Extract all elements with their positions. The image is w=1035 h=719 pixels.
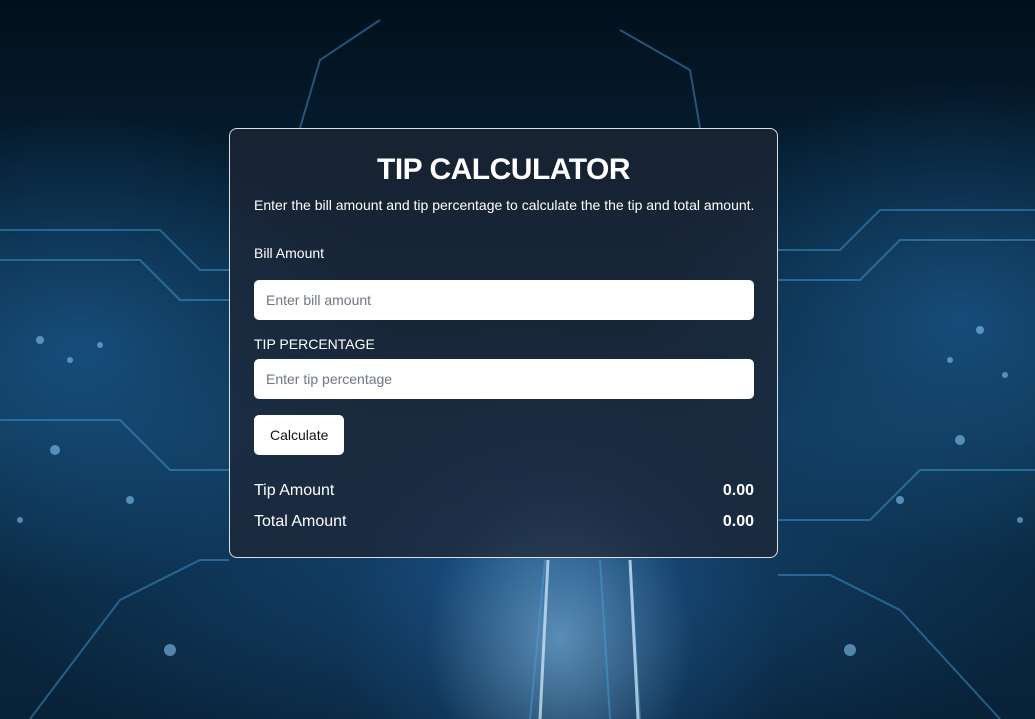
bill-amount-label: Bill Amount [254, 245, 325, 261]
page-title: TIP CALCULATOR [377, 153, 631, 186]
tip-amount-value: 0.00 [722, 482, 754, 499]
tip-percentage-label: TIP PERCENTAGE [254, 336, 375, 352]
tip-percentage-input[interactable] [254, 359, 754, 399]
tip-calculator-card: TIP CALCULATOR Enter the bill amount and… [229, 128, 778, 558]
tip-amount-row: Tip Amount 0.00 [254, 482, 754, 500]
total-amount-value: 0.00 [722, 513, 754, 530]
total-amount-row: Total Amount 0.00 [254, 513, 754, 531]
tip-amount-label: Tip Amount [254, 482, 335, 499]
calculate-button[interactable]: Calculate [254, 415, 345, 455]
total-amount-label: Total Amount [254, 513, 347, 530]
instructions-text: Enter the bill amount and tip percentage… [254, 197, 755, 213]
bill-amount-input[interactable] [254, 280, 754, 320]
